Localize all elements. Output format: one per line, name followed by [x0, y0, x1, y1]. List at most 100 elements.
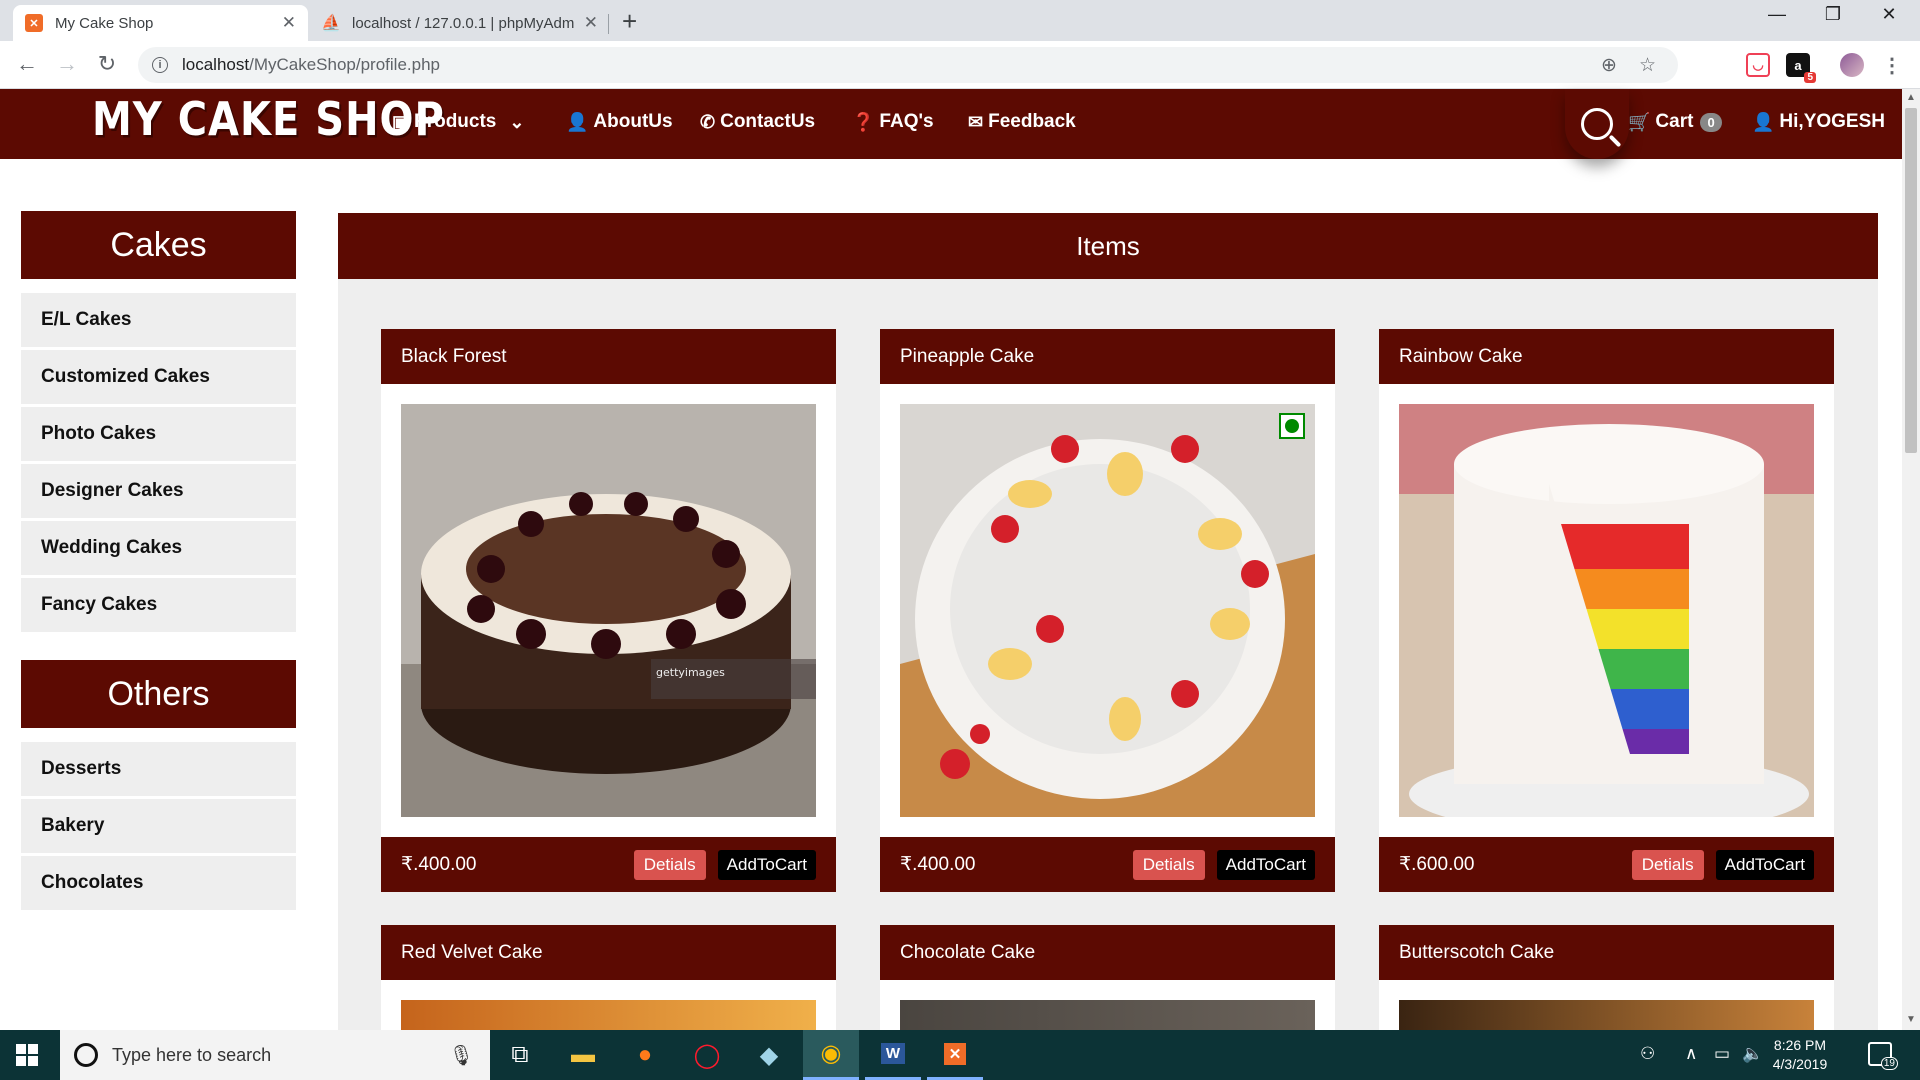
- sidebar-item-bakery[interactable]: Bakery: [21, 799, 296, 853]
- product-name[interactable]: Pineapple Cake: [880, 329, 1335, 384]
- add-to-cart-button[interactable]: AddToCart: [1216, 849, 1315, 880]
- site-info-icon[interactable]: i: [152, 57, 168, 73]
- file-explorer-icon[interactable]: ▬: [555, 1030, 611, 1080]
- tab-phpmyadmin[interactable]: ⛵ localhost / 127.0.0.1 | phpMyAdm ✕: [310, 5, 610, 41]
- scroll-up-icon[interactable]: ▲: [1906, 92, 1916, 103]
- nav-aboutus-label: AboutUs: [593, 111, 673, 132]
- sidebar-item-desserts[interactable]: Desserts: [21, 742, 296, 796]
- people-icon[interactable]: ⚇: [1640, 1044, 1655, 1064]
- sidebar-item-chocolates[interactable]: Chocolates: [21, 856, 296, 910]
- new-tab-icon[interactable]: +: [622, 6, 637, 37]
- nav-cart[interactable]: 🛒 Cart 0: [1628, 111, 1722, 133]
- browser-tab-strip: ✕ My Cake Shop ✕ ⛵ localhost / 127.0.0.1…: [0, 0, 1920, 41]
- notification-center-icon[interactable]: 19: [1868, 1042, 1898, 1070]
- product-name[interactable]: Red Velvet Cake: [381, 925, 836, 980]
- close-icon[interactable]: ✕: [282, 13, 296, 33]
- products-icon: ▣: [392, 111, 410, 132]
- product-footer: ₹.400.00 Detials AddToCart: [381, 837, 836, 892]
- details-button[interactable]: Detials: [633, 849, 706, 880]
- product-image[interactable]: gettyimages: [401, 404, 816, 817]
- question-icon: ❓: [852, 111, 875, 132]
- cart-icon: 🛒: [1628, 111, 1651, 132]
- product-name[interactable]: Butterscotch Cake: [1379, 925, 1834, 980]
- minimize-icon[interactable]: —: [1754, 4, 1800, 25]
- close-icon[interactable]: ✕: [584, 13, 598, 33]
- product-name[interactable]: Chocolate Cake: [880, 925, 1335, 980]
- tab-title: localhost / 127.0.0.1 | phpMyAdm: [352, 14, 575, 32]
- product-image[interactable]: [1399, 404, 1814, 817]
- tab-my-cake-shop[interactable]: ✕ My Cake Shop ✕: [13, 5, 308, 41]
- nav-products[interactable]: ▣ Products ⌄: [392, 111, 524, 133]
- user-icon: 👤: [566, 111, 589, 132]
- xampp-icon: ✕: [25, 14, 43, 32]
- product-name[interactable]: Black Forest: [381, 329, 836, 384]
- opera-icon[interactable]: ◯: [679, 1030, 735, 1080]
- sidebar-item-wedding-cakes[interactable]: Wedding Cakes: [21, 521, 296, 575]
- nav-products-label: Products: [414, 111, 497, 132]
- firefox-icon[interactable]: ●: [617, 1030, 673, 1080]
- sidebar-item-fancy-cakes[interactable]: Fancy Cakes: [21, 578, 296, 632]
- notes-app-icon[interactable]: ◆: [741, 1030, 797, 1080]
- back-icon[interactable]: ←: [12, 51, 42, 77]
- taskbar-search[interactable]: Type here to search 🎙: [60, 1030, 490, 1080]
- product-footer: ₹.400.00 Detials AddToCart: [880, 837, 1335, 892]
- chevron-down-icon: ⌄: [509, 111, 525, 132]
- add-to-cart-button[interactable]: AddToCart: [717, 849, 816, 880]
- xampp-control-icon[interactable]: ✕: [927, 1030, 983, 1080]
- address-bar[interactable]: i localhost/MyCakeShop/profile.php ⊕ ☆: [138, 47, 1678, 83]
- microphone-icon[interactable]: 🎙: [449, 1043, 474, 1068]
- product-name[interactable]: Rainbow Cake: [1379, 329, 1834, 384]
- nav-faq[interactable]: ❓ FAQ's: [852, 111, 934, 133]
- reload-icon[interactable]: ↻: [92, 51, 122, 77]
- profile-avatar[interactable]: [1840, 53, 1864, 77]
- user-icon: 👤: [1752, 111, 1775, 132]
- zoom-icon[interactable]: ⊕: [1601, 54, 1617, 77]
- nav-aboutus[interactable]: 👤 AboutUs: [566, 111, 673, 133]
- forward-icon[interactable]: →: [52, 51, 82, 77]
- scrollbar-thumb[interactable]: [1905, 108, 1917, 453]
- sidebar-item-photo-cakes[interactable]: Photo Cakes: [21, 407, 296, 461]
- task-view-icon[interactable]: ⧉: [492, 1030, 548, 1080]
- nav-contactus[interactable]: ✆ ContactUs: [700, 111, 815, 133]
- pocket-extension-icon[interactable]: ◡: [1746, 53, 1770, 77]
- sidebar-item-customized-cakes[interactable]: Customized Cakes: [21, 350, 296, 404]
- nav-cart-label: Cart: [1655, 111, 1694, 132]
- cart-count-badge: 0: [1700, 112, 1722, 132]
- browser-toolbar: ← → ↻ i localhost/MyCakeShop/profile.php…: [0, 41, 1920, 89]
- scroll-down-icon[interactable]: ▼: [1906, 1014, 1916, 1025]
- product-footer: ₹.600.00 Detials AddToCart: [1379, 837, 1834, 892]
- taskbar-search-placeholder: Type here to search: [112, 1044, 272, 1065]
- details-button[interactable]: Detials: [1132, 849, 1205, 880]
- details-button[interactable]: Detials: [1631, 849, 1704, 880]
- items-panel: Items Black Forest gettyimages ₹.400.00 …: [338, 213, 1878, 1063]
- nav-feedback[interactable]: ✉ Feedback: [968, 111, 1076, 133]
- nav-user[interactable]: 👤 Hi,YOGESH: [1752, 111, 1885, 133]
- clock-date: 4/3/2019: [1772, 1056, 1828, 1072]
- envelope-icon: ✉: [968, 111, 984, 132]
- chrome-icon[interactable]: ◉: [803, 1030, 859, 1080]
- search-icon: [1581, 108, 1613, 140]
- search-button[interactable]: [1565, 89, 1629, 159]
- maximize-icon[interactable]: ❐: [1810, 4, 1856, 25]
- bookmark-star-icon[interactable]: ☆: [1639, 54, 1656, 77]
- battery-icon[interactable]: ▭: [1714, 1044, 1730, 1064]
- tray-chevron-icon[interactable]: ∧: [1685, 1044, 1697, 1064]
- sidebar-item-designer-cakes[interactable]: Designer Cakes: [21, 464, 296, 518]
- taskbar-clock[interactable]: 8:26 PM 4/3/2019: [1760, 1036, 1840, 1074]
- product-price: ₹.600.00: [1399, 854, 1475, 875]
- tab-separator: [608, 14, 609, 34]
- sidebar-item-el-cakes[interactable]: E/L Cakes: [21, 293, 296, 347]
- product-image[interactable]: [900, 404, 1315, 817]
- product-card: Black Forest gettyimages ₹.400.00 Detial…: [381, 329, 836, 892]
- phone-icon: ✆: [700, 111, 716, 132]
- nav-faq-label: FAQ's: [879, 111, 934, 132]
- product-card: Rainbow Cake ₹.600.00 Detials AddToCart: [1379, 329, 1834, 892]
- nav-user-label: Hi,YOGESH: [1779, 111, 1885, 132]
- add-to-cart-button[interactable]: AddToCart: [1715, 849, 1814, 880]
- url-text[interactable]: localhost/MyCakeShop/profile.php: [182, 55, 1601, 75]
- browser-menu-icon[interactable]: ⋮: [1880, 53, 1904, 77]
- window-close-icon[interactable]: ✕: [1866, 4, 1912, 25]
- word-icon[interactable]: W: [865, 1030, 921, 1080]
- category-sidebar: Cakes E/L Cakes Customized Cakes Photo C…: [21, 211, 296, 913]
- amazon-extension-icon[interactable]: a5: [1786, 53, 1816, 83]
